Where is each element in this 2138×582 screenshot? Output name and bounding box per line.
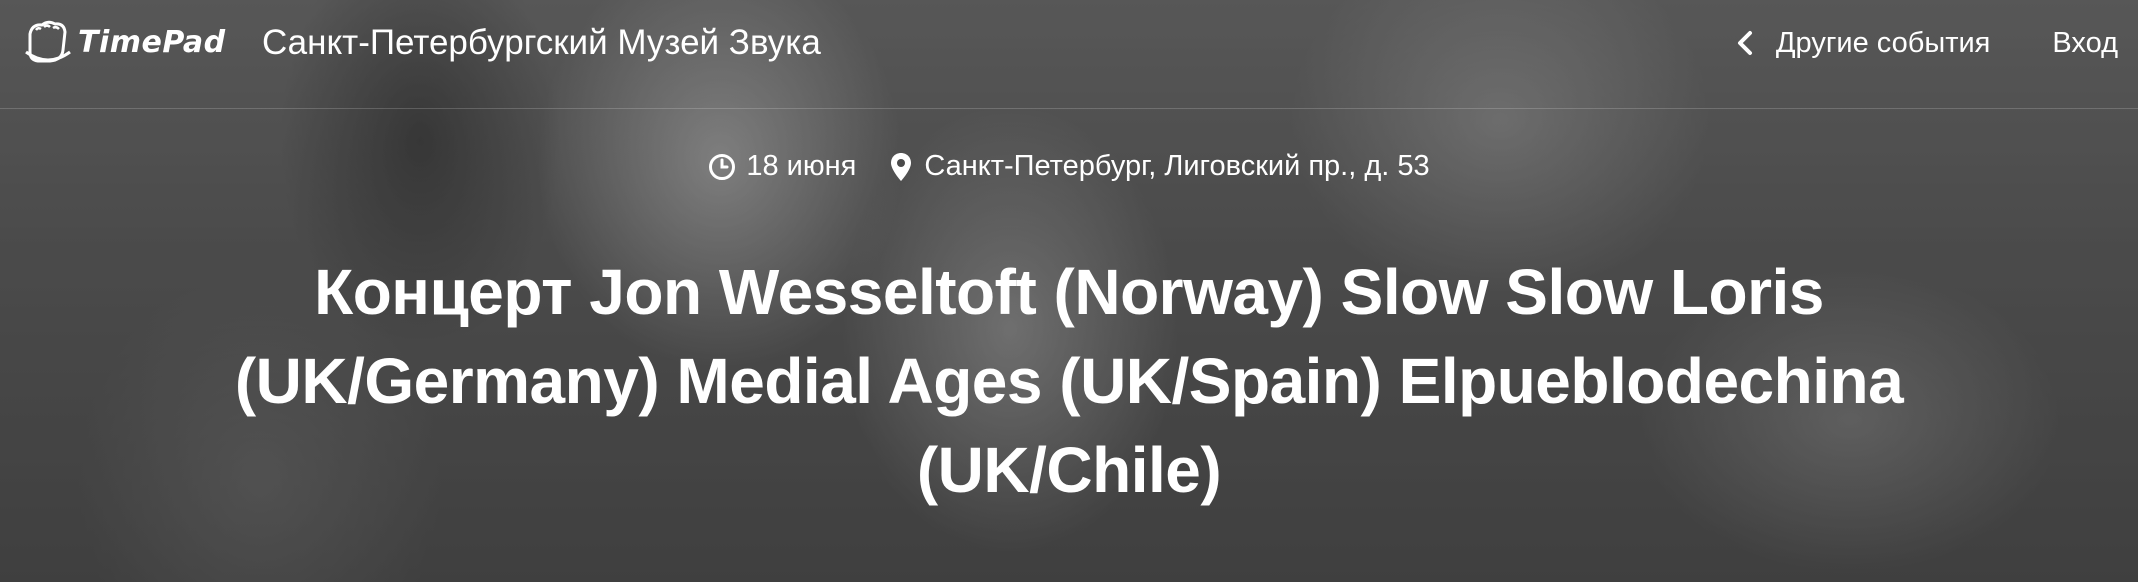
event-address-text: Санкт-Петербург, Лиговский пр., д. 53 [924, 150, 1430, 182]
organizer-title[interactable]: Санкт-Петербургский Музей Звука [262, 20, 821, 66]
timepad-logo-icon [25, 20, 71, 63]
other-events-link[interactable]: Другие события [1736, 20, 1991, 66]
top-navbar: TimePad Санкт-Петербургский Музей Звука … [0, 0, 2138, 109]
event-location[interactable]: Санкт-Петербург, Лиговский пр., д. 53 [890, 150, 1430, 183]
event-date-text: 18 июня [746, 150, 857, 182]
event-meta: 18 июня Санкт-Петербург, Лиговский пр., … [0, 150, 2138, 183]
event-title: Концерт Jon Wesseltoft (Norway) Slow Slo… [234, 256, 1904, 506]
event-date: 18 июня [708, 150, 856, 183]
clock-icon [709, 153, 736, 180]
login-link[interactable]: Вход [2052, 20, 2118, 66]
nav-right: Другие события Вход [1736, 20, 2118, 66]
event-hero: TimePad Санкт-Петербургский Музей Звука … [0, 0, 2138, 582]
other-events-label: Другие события [1775, 27, 1991, 59]
logo-text: TimePad [78, 24, 226, 60]
timepad-logo[interactable]: TimePad [22, 16, 226, 68]
map-pin-icon [891, 152, 912, 181]
chevron-left-icon [1737, 31, 1752, 55]
